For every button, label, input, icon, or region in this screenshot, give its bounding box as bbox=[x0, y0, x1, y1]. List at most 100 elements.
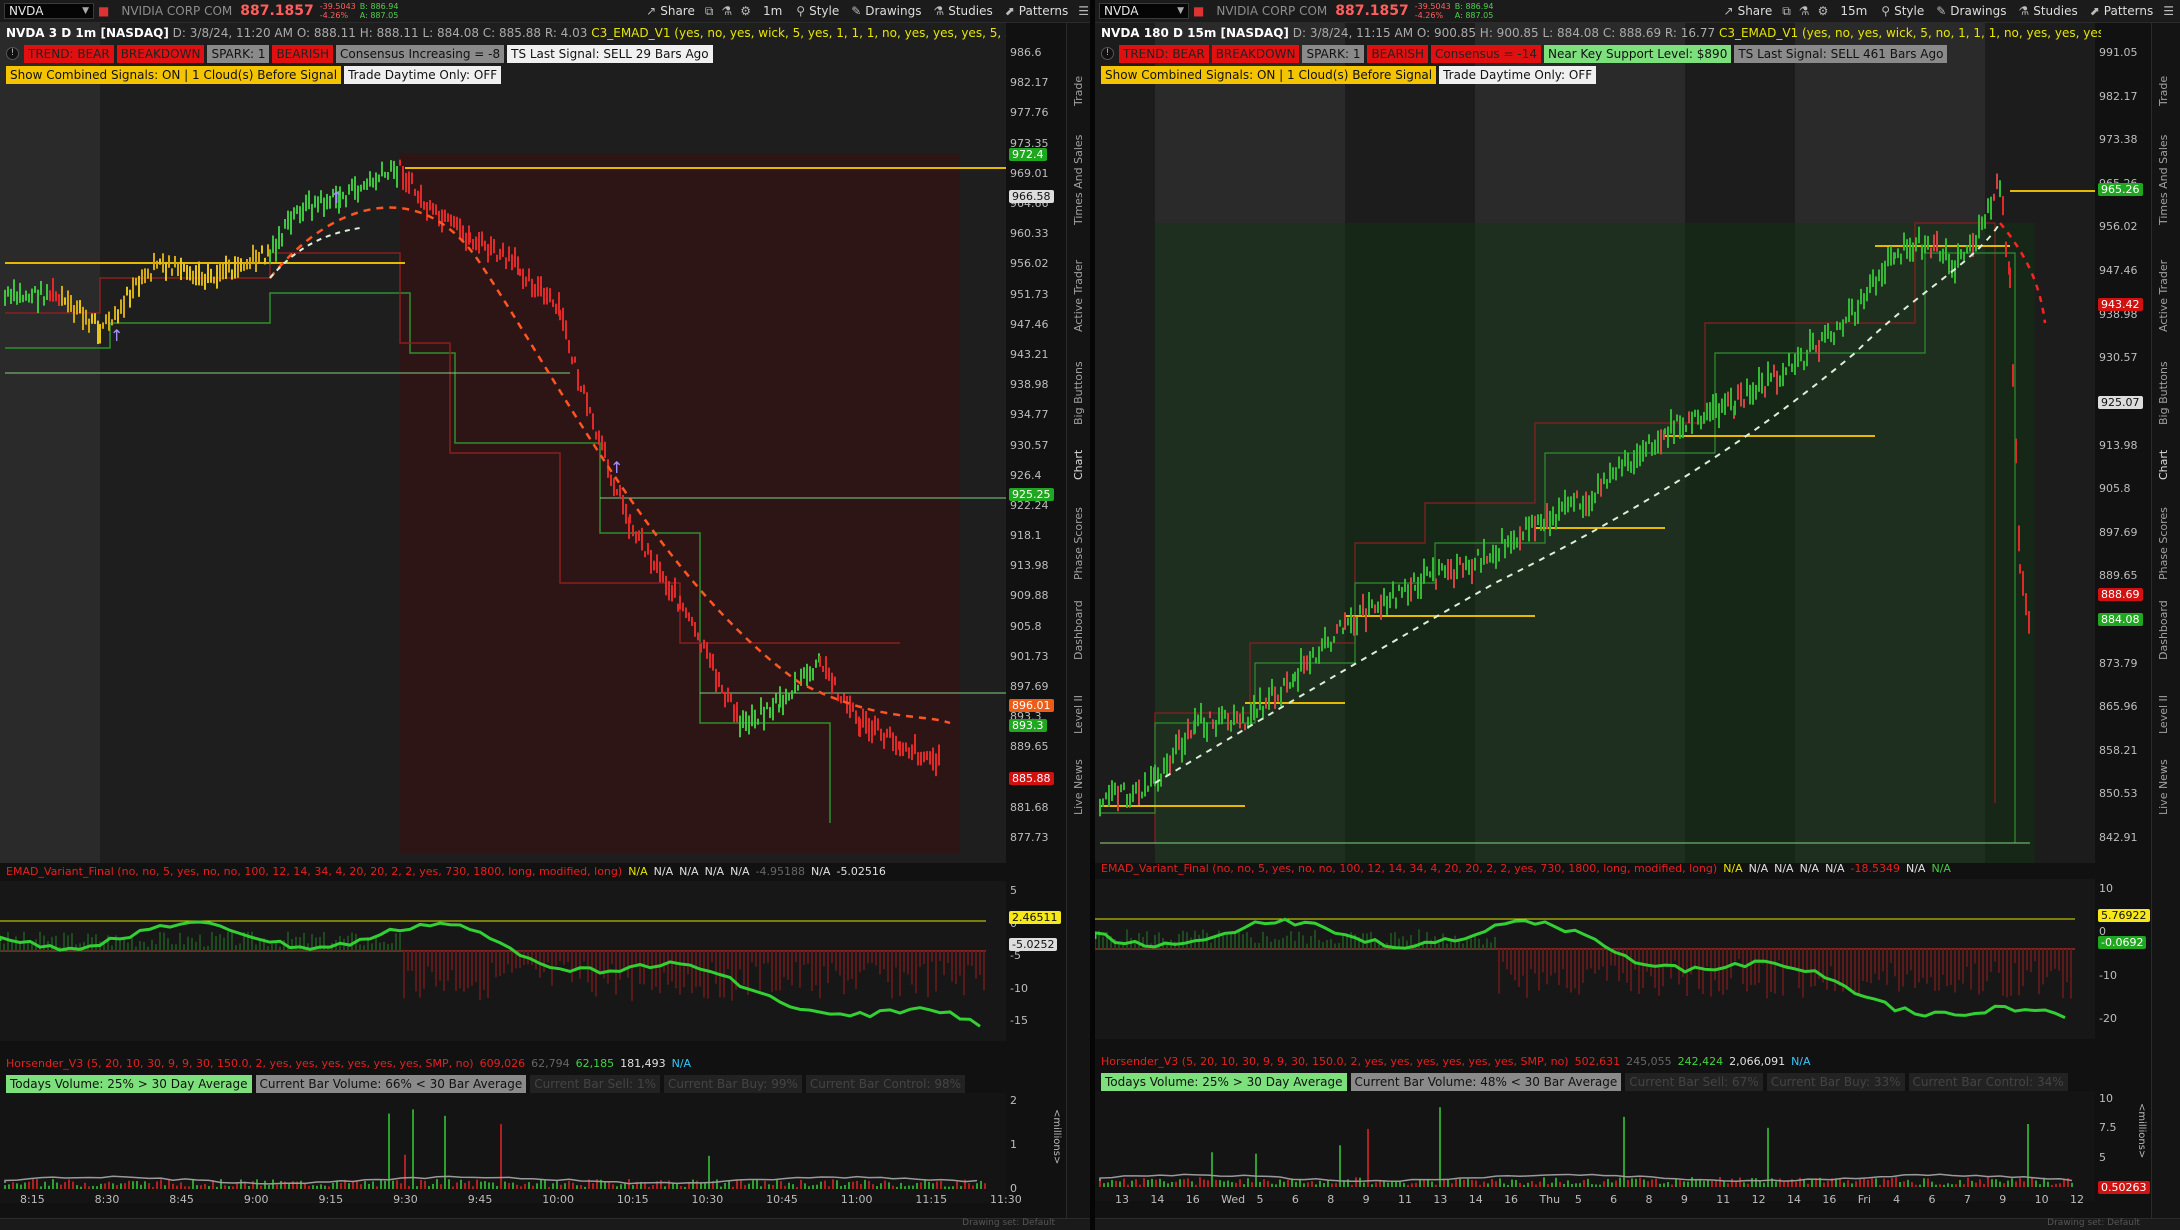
time-tick: 14 bbox=[1150, 1193, 1165, 1206]
company-name: NVIDIA CORP COM bbox=[121, 4, 233, 18]
warning-icon[interactable]: ! bbox=[6, 47, 19, 60]
price-axis[interactable]: 991.05982.17973.38965.26956.02947.46938.… bbox=[2095, 23, 2150, 863]
volume-study-name[interactable]: Horsender_V3 (5, 20, 10, 30, 9, 9, 30, 1… bbox=[6, 1057, 474, 1070]
side-tab-big-buttons[interactable]: Big Buttons bbox=[1072, 361, 1085, 425]
side-tab-live-news[interactable]: Live News bbox=[1072, 759, 1085, 815]
price-tick: 905.8 bbox=[1010, 619, 1042, 633]
price-tick: 986.6 bbox=[1010, 46, 1042, 59]
side-tab-chart[interactable]: Chart bbox=[1072, 449, 1085, 479]
drawings-button[interactable]: ✎ Drawings bbox=[1936, 4, 2006, 18]
price-axis[interactable]: 986.6 982.17 977.76 973.35 969.01 964.66 960.3… bbox=[1006, 23, 1056, 863]
symbol-selector[interactable]: NVDA ▼ bbox=[1099, 3, 1189, 19]
study-label: BEARISH bbox=[1367, 45, 1428, 63]
side-tab-times-and-sales[interactable]: Times And Sales bbox=[1072, 135, 1085, 225]
volume-plot[interactable] bbox=[1095, 1091, 2095, 1201]
patterns-button[interactable]: ⬈ Patterns bbox=[2090, 4, 2154, 18]
drawing-set-label[interactable]: Drawing set: Default bbox=[962, 1218, 1055, 1228]
link-icon[interactable]: ■ bbox=[1193, 4, 1204, 18]
patterns-button[interactable]: ⬈ Patterns bbox=[1005, 4, 1069, 18]
time-tick: 9 bbox=[1362, 1193, 1370, 1206]
studies-button[interactable]: ⚗ Studies bbox=[2018, 4, 2077, 18]
study-params[interactable]: C3_EMAD_V1 (yes, no, yes, wick, 5, yes, … bbox=[591, 26, 1006, 40]
side-tab-active-trader[interactable]: Active Trader bbox=[2157, 259, 2170, 331]
window-icon[interactable]: ⧉ bbox=[1782, 4, 1791, 19]
study-label: SPARK: 1 bbox=[207, 45, 270, 63]
side-tab-big-buttons[interactable]: Big Buttons bbox=[2157, 361, 2170, 425]
price-tick: 938.98 bbox=[1010, 378, 1049, 392]
side-tab-chart[interactable]: Chart bbox=[2157, 449, 2170, 479]
volume-study-name[interactable]: Horsender_V3 (5, 20, 10, 30, 9, 9, 30, 1… bbox=[1101, 1055, 1569, 1068]
side-tab-level-ii[interactable]: Level II bbox=[1072, 695, 1085, 734]
timeframe-selector[interactable]: 15m bbox=[1840, 4, 1867, 18]
style-button[interactable]: ⚲ Style bbox=[1881, 4, 1924, 18]
side-tab-trade[interactable]: Trade bbox=[1072, 75, 1085, 105]
study-params[interactable]: C3_EMAD_V1 (yes, no, yes, wick, 5, no, 1… bbox=[1719, 26, 2101, 40]
price-tick: 873.79 bbox=[2099, 656, 2138, 670]
price-chart[interactable]: ↑ ↑ ↑ NVDA 3 D 1m [NASDAQ] D: 3/8/24, 11:2… bbox=[0, 23, 1065, 1219]
price-marker: 884.08 bbox=[2098, 612, 2143, 626]
time-axis[interactable]: 8:15 8:30 8:45 9:00 9:15 9:30 9:45 10:00 10:15 10… bbox=[0, 1193, 1022, 1207]
time-axis[interactable]: 13 14 16 Wed 5 6 8 9 11 13 14 16 Thu 5 6 8 9 11 12 14 16 Fri 4… bbox=[1095, 1193, 2095, 1207]
side-tab-live-news[interactable]: Live News bbox=[2157, 759, 2170, 815]
emad-plot[interactable] bbox=[1095, 879, 2095, 1039]
flask-icon[interactable]: ⚗ bbox=[721, 4, 732, 18]
time-tick: 5 bbox=[1574, 1193, 1582, 1206]
emad-study-header: EMAD_Variant_Final (no, no, 5, yes, no, … bbox=[1101, 862, 1951, 875]
time-tick: 10:15 bbox=[616, 1193, 649, 1206]
menu-icon[interactable]: ☰ bbox=[2163, 4, 2174, 18]
svg-text:↑: ↑ bbox=[110, 326, 123, 345]
gear-icon[interactable]: ⚙ bbox=[1818, 4, 1829, 18]
side-tab-times-and-sales[interactable]: Times And Sales bbox=[2157, 135, 2170, 225]
flask-icon: ⚗ bbox=[2018, 4, 2030, 18]
price-marker: 966.58 bbox=[1009, 190, 1054, 204]
share-button[interactable]: ↗ Share bbox=[1724, 4, 1773, 18]
price-change: -39.5043 -4.26% bbox=[1415, 2, 1451, 20]
symbol-selector[interactable]: NVDA ▼ bbox=[4, 3, 94, 19]
change-value: -39.5043 bbox=[319, 2, 356, 11]
price-marker: 885.88 bbox=[1009, 772, 1054, 786]
time-tick: 9:15 bbox=[318, 1193, 344, 1206]
share-button[interactable]: ↗ Share bbox=[646, 4, 695, 18]
emad-axis[interactable]: 10 0 -10 -20 5.76922 -0.0692 bbox=[2095, 879, 2150, 1039]
emad-study-header: EMAD_Variant_Final (no, no, 5, yes, no, … bbox=[6, 865, 886, 878]
link-icon[interactable]: ■ bbox=[98, 4, 109, 18]
warning-icon[interactable]: ! bbox=[1101, 47, 1114, 60]
side-tab-phase-scores[interactable]: Phase Scores bbox=[1072, 507, 1085, 580]
emad-value: N/A bbox=[1748, 862, 1769, 875]
price-plot[interactable]: ↑ ↑ ↑ bbox=[0, 23, 1010, 863]
time-tick: 6 bbox=[1928, 1193, 1936, 1206]
price-chart[interactable]: NVDA 180 D 15m [NASDAQ] D: 3/8/24, 11:15… bbox=[1095, 23, 2150, 1219]
patterns-label: Patterns bbox=[1018, 4, 1069, 18]
volume-axis[interactable]: 210 bbox=[1006, 1093, 1056, 1203]
drawings-button[interactable]: ✎ Drawings bbox=[851, 4, 921, 18]
side-tab-phase-scores[interactable]: Phase Scores bbox=[2157, 507, 2170, 580]
status-bar: Drawing set: Default bbox=[1095, 1218, 2180, 1230]
side-tab-level-ii[interactable]: Level II bbox=[2157, 695, 2170, 734]
price-tick: 926.4 bbox=[1010, 468, 1042, 482]
price-tick: 889.65 bbox=[2099, 569, 2138, 583]
bar-sell-label: Current Bar Sell: 67% bbox=[1625, 1073, 1763, 1091]
gear-icon[interactable]: ⚙ bbox=[740, 4, 751, 18]
emad-study-name[interactable]: EMAD_Variant_Final (no, no, 5, yes, no, … bbox=[6, 865, 622, 878]
side-tab-trade[interactable]: Trade bbox=[2157, 75, 2170, 105]
volume-value: 2,066,091 bbox=[1729, 1055, 1786, 1068]
timeframe-selector[interactable]: 1m bbox=[763, 4, 782, 18]
drawing-set-label[interactable]: Drawing set: Default bbox=[2047, 1218, 2140, 1228]
menu-icon[interactable]: ☰ bbox=[1078, 4, 1089, 18]
window-icon[interactable]: ⧉ bbox=[705, 4, 714, 19]
side-tab-dashboard[interactable]: Dashboard bbox=[2157, 600, 2170, 660]
side-tab-active-trader[interactable]: Active Trader bbox=[1072, 259, 1085, 331]
studies-button[interactable]: ⚗ Studies bbox=[933, 4, 992, 18]
emad-axis[interactable]: 50-5-10-152.46511-5.0252 bbox=[1006, 881, 1061, 1041]
volume-plot[interactable] bbox=[0, 1093, 1006, 1203]
time-tick: 9 bbox=[1999, 1193, 2007, 1206]
volume-value: N/A bbox=[1791, 1055, 1811, 1068]
time-tick: 13 bbox=[1115, 1193, 1129, 1206]
emad-study-name[interactable]: EMAD_Variant_Final (no, no, 5, yes, no, … bbox=[1101, 862, 1717, 875]
price-tick: 877.73 bbox=[1010, 831, 1049, 844]
price-plot[interactable] bbox=[1095, 23, 2095, 863]
style-button[interactable]: ⚲ Style bbox=[796, 4, 839, 18]
emad-plot[interactable] bbox=[0, 881, 1006, 1041]
side-tab-dashboard[interactable]: Dashboard bbox=[1072, 600, 1085, 660]
flask-icon[interactable]: ⚗ bbox=[1799, 4, 1810, 18]
